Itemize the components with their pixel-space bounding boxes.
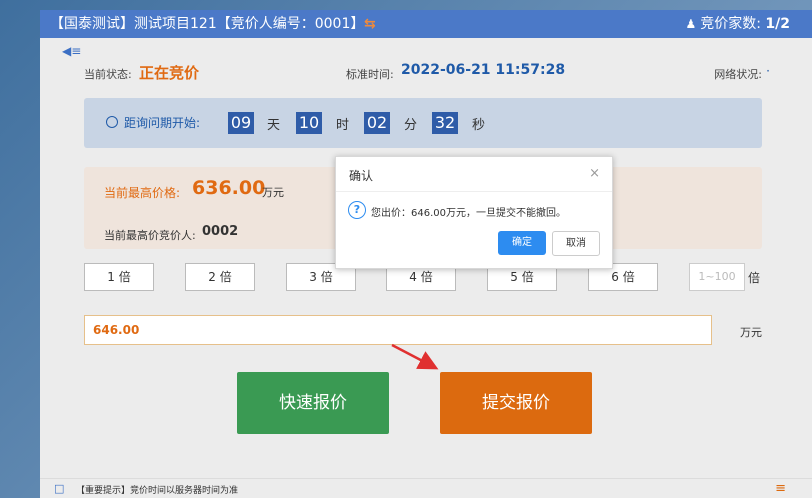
highest-price-unit: 万元 [262, 186, 284, 199]
highest-price-value: 636.00 [192, 177, 266, 199]
clock-icon [106, 116, 118, 128]
footer: □ 【重要提示】竞价时间以服务器时间为准 ≡ [40, 478, 812, 498]
menu-collapse-icon[interactable]: ◀≡ [62, 44, 81, 58]
status-label: 当前状态: [84, 68, 132, 81]
submit-bid-button[interactable]: 提交报价 [440, 372, 592, 434]
question-icon: ? [348, 201, 366, 219]
confirm-button[interactable]: 确定 [498, 231, 546, 255]
message-icon: □ [54, 482, 65, 495]
price-input[interactable]: 646.00 [84, 315, 712, 345]
quick-bid-button[interactable]: 快速报价 [237, 372, 389, 434]
countdown-panel: 距询问期开始: 09 天 10 时 02 分 32 秒 [84, 98, 762, 148]
countdown-hours: 10 [296, 112, 322, 134]
countdown-label: 距询问期开始: [106, 114, 200, 131]
users-icon: ♟ [685, 17, 697, 31]
countdown-days: 09 [228, 112, 254, 134]
cancel-button[interactable]: 取消 [552, 231, 600, 256]
dialog-message: 您出价：646.00万元，一旦提交不能撤回。 [371, 208, 566, 219]
highest-bidder-value: 0002 [202, 224, 239, 239]
countdown-label-text: 距询问期开始: [124, 116, 201, 130]
bid-count-label: 竞价家数: [700, 16, 761, 32]
network-status-value: · [766, 64, 770, 78]
close-icon[interactable]: × [589, 166, 600, 181]
swap-icon[interactable]: ⇆ [364, 10, 376, 38]
bid-count: ♟ 竞价家数: 1/2 [685, 10, 790, 38]
dialog-title: 确认 [349, 169, 374, 183]
confirm-dialog: 确认 × ? 您出价：646.00万元，一旦提交不能撤回。 确定 取消 [335, 156, 613, 269]
highest-bidder-label: 当前最高价竞价人: [104, 229, 196, 242]
status-row: 当前状态: 正在竞价 标准时间: 2022-06-21 11:57:28 网络状… [84, 62, 784, 84]
network-status-label: 网络状况: [714, 68, 762, 81]
title-bar: 【国泰测试】测试项目121【竞价人编号：0001】 ⇆ ♟ 竞价家数: 1/2 [40, 10, 812, 38]
status-value: 正在竞价 [139, 64, 200, 82]
countdown-minutes: 02 [364, 112, 390, 134]
price-unit: 万元 [740, 326, 762, 339]
countdown-hours-unit: 时 [336, 118, 350, 133]
footer-notice: 【重要提示】竞价时间以服务器时间为准 [76, 486, 239, 496]
highest-price-label: 当前最高价格: [104, 186, 181, 200]
countdown-days-unit: 天 [267, 118, 281, 133]
standard-time-label: 标准时间: [346, 68, 394, 81]
multiplier-button-2[interactable]: 2 倍 [185, 263, 255, 291]
countdown-seconds: 32 [432, 112, 458, 134]
countdown-minutes-unit: 分 [404, 118, 418, 133]
dialog-header: 确认 × [336, 157, 612, 192]
standard-time-value: 2022-06-21 11:57:28 [401, 62, 566, 78]
countdown-seconds-unit: 秒 [472, 118, 486, 133]
list-menu-icon[interactable]: ≡ [775, 481, 786, 496]
multiplier-button-1[interactable]: 1 倍 [84, 263, 154, 291]
multiplier-suffix: 倍 [748, 271, 761, 285]
page-title: 【国泰测试】测试项目121【竞价人编号：0001】 [50, 16, 365, 32]
bid-count-value: 1/2 [765, 16, 790, 32]
multiplier-input[interactable]: 1~100 [689, 263, 745, 291]
